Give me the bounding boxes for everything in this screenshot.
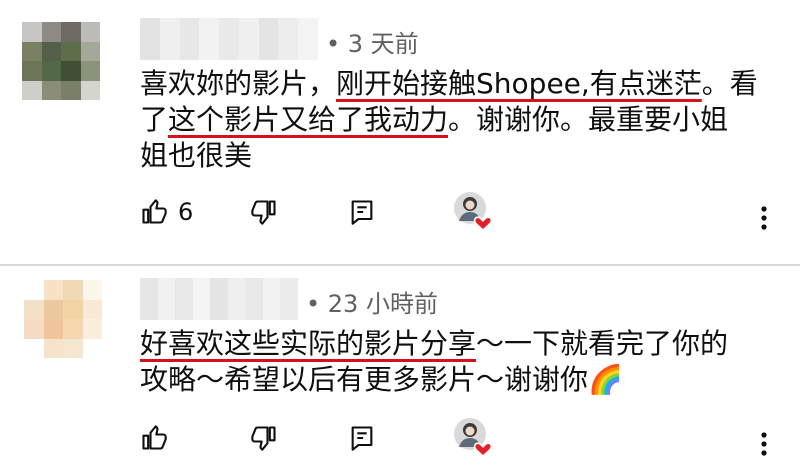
name-pixel — [140, 278, 158, 320]
more-vert-icon — [761, 432, 767, 456]
name-pixel — [175, 278, 193, 320]
underlined-text: 好喜欢这些实际的影片分享 — [140, 327, 477, 360]
avatar-pixel — [63, 280, 83, 300]
avatar-pixel — [41, 61, 61, 81]
name-pixel — [219, 18, 239, 60]
avatar[interactable] — [22, 22, 100, 100]
comment-timestamp: • 3 天前 — [326, 30, 419, 58]
avatar-pixel — [22, 41, 42, 61]
text-segment: 姐也很美 — [140, 139, 253, 172]
comment-text-line: 好喜欢这些实际的影片分享～一下就看完了你的 — [140, 326, 780, 362]
avatar-pixel — [24, 319, 44, 339]
comment-text-line: 姐也很美 — [140, 138, 780, 174]
creator-heart-icon — [454, 192, 493, 232]
thumb-up-icon — [142, 425, 167, 450]
text-segment: 攻略～希望以后有更多影片～谢谢你🌈 — [140, 363, 623, 396]
reply-button[interactable] — [348, 424, 376, 452]
name-pixel — [140, 18, 160, 60]
avatar-pixel — [43, 299, 63, 319]
avatar-pixel — [82, 280, 102, 300]
avatar-pixel — [41, 22, 61, 42]
avatar-pixel — [61, 41, 81, 61]
name-pixel — [258, 18, 279, 60]
avatar-pixel — [80, 41, 100, 61]
text-segment: 。谢谢你。最重要小姐 — [448, 103, 729, 136]
author-name-blurred[interactable] — [140, 18, 318, 60]
name-pixel — [210, 278, 228, 320]
avatar-pixel — [22, 80, 42, 100]
reply-button[interactable] — [348, 198, 376, 226]
avatar-pixel — [43, 319, 63, 339]
avatar-pixel — [24, 280, 44, 300]
avatar-pixel — [22, 22, 42, 42]
avatar-pixel — [63, 338, 83, 358]
comment-text: 喜欢妳的影片，刚开始接触Shopee,有点迷茫。看 了这个影片又给了我动力。谢谢你… — [140, 66, 780, 174]
underlined-text: 刚开始接触Shopee,有点迷茫 — [336, 67, 702, 100]
name-pixel — [199, 18, 220, 60]
dislike-button[interactable] — [250, 198, 278, 226]
name-pixel — [157, 278, 176, 320]
avatar-pixel — [41, 80, 61, 100]
name-pixel — [262, 278, 281, 320]
avatar-pixel — [63, 319, 83, 339]
avatar-pixel — [24, 299, 44, 319]
name-pixel — [280, 278, 298, 320]
avatar-pixel — [80, 61, 100, 81]
avatar-pixel — [61, 61, 81, 81]
comment-text: 好喜欢这些实际的影片分享～一下就看完了你的 攻略～希望以后有更多影片～谢谢你🌈 — [140, 326, 780, 398]
avatar-pixel — [61, 80, 81, 100]
avatar-pixel — [82, 319, 102, 339]
avatar-pixel — [24, 338, 44, 358]
name-pixel — [192, 278, 211, 320]
avatar-pixel — [43, 338, 63, 358]
avatar-pixel — [82, 299, 102, 319]
avatar-pixel — [61, 22, 81, 42]
avatar-pixel — [80, 22, 100, 42]
comment-text-line: 了这个影片又给了我动力。谢谢你。最重要小姐 — [140, 102, 780, 138]
avatar[interactable] — [24, 280, 102, 358]
name-pixel — [227, 278, 246, 320]
dislike-button[interactable] — [250, 424, 278, 452]
name-pixel — [179, 18, 200, 60]
reply-icon — [351, 426, 373, 451]
name-pixel — [238, 18, 259, 60]
thumb-up-icon — [142, 199, 167, 224]
like-count: 6 — [178, 198, 194, 226]
name-pixel — [298, 18, 318, 60]
avatar-pixel — [82, 338, 102, 358]
like-button[interactable]: 6 — [140, 198, 193, 226]
avatar-pixel — [22, 61, 42, 81]
comment-text-line: 喜欢妳的影片，刚开始接触Shopee,有点迷茫。看 — [140, 66, 780, 102]
like-button[interactable] — [140, 424, 178, 452]
name-pixel — [245, 278, 263, 320]
text-segment: 。看 — [701, 67, 758, 100]
creator-heart[interactable] — [452, 416, 494, 458]
thumb-down-icon — [251, 426, 276, 451]
more-options-button[interactable] — [752, 430, 776, 462]
name-pixel — [159, 18, 180, 60]
avatar-pixel — [80, 80, 100, 100]
text-segment: 了 — [140, 103, 169, 136]
comment-1: • 3 天前 喜欢妳的影片，刚开始接触Shopee,有点迷茫。看 了这个影片又给了… — [0, 0, 800, 266]
author-name-blurred[interactable] — [140, 278, 298, 320]
underlined-text: 这个影片又给了我动力 — [168, 103, 449, 136]
creator-heart-icon — [454, 418, 493, 458]
avatar-pixel — [43, 280, 63, 300]
comment-text-line: 攻略～希望以后有更多影片～谢谢你🌈 — [140, 362, 780, 398]
text-segment: ～一下就看完了你的 — [476, 327, 729, 360]
comment-timestamp: • 23 小時前 — [306, 290, 438, 318]
avatar-pixel — [63, 299, 83, 319]
thumb-down-icon — [251, 200, 276, 225]
avatar-pixel — [41, 41, 61, 61]
more-vert-icon — [761, 206, 767, 230]
creator-heart[interactable] — [452, 190, 494, 232]
comment-2: • 23 小時前 好喜欢这些实际的影片分享～一下就看完了你的 攻略～希望以后有更多… — [0, 266, 800, 471]
more-options-button[interactable] — [752, 204, 776, 236]
text-segment: 喜欢妳的影片， — [140, 67, 337, 100]
reply-icon — [351, 200, 373, 225]
name-pixel — [278, 18, 299, 60]
